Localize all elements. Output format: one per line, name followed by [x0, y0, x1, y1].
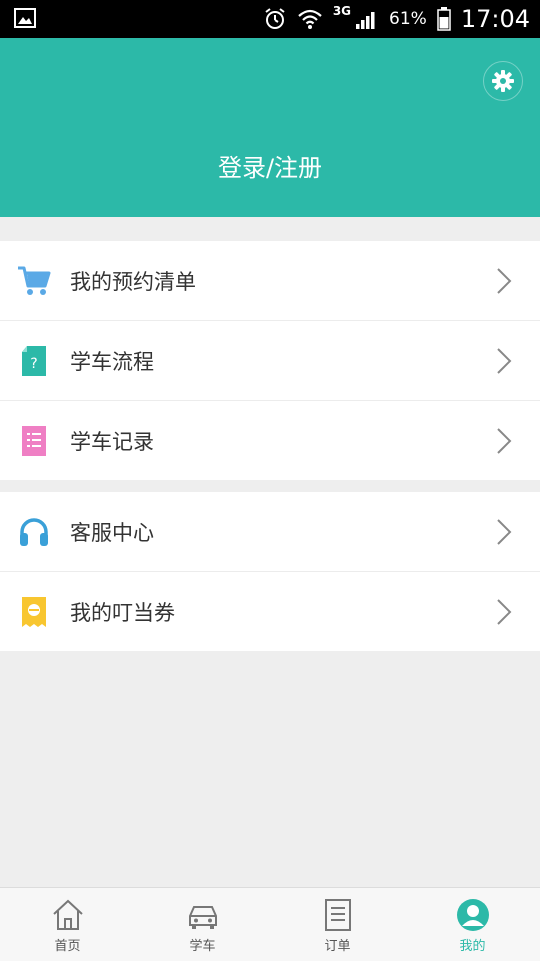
gear-icon [492, 70, 514, 92]
clock: 17:04 [460, 5, 530, 33]
order-icon [324, 899, 351, 931]
chevron-right-icon [497, 347, 512, 374]
profile-icon [456, 899, 489, 931]
document-question-icon: ? [17, 344, 51, 378]
menu-item-label: 学车流程 [70, 349, 154, 374]
chevron-right-icon [497, 267, 512, 294]
tab-orders[interactable]: 订单 [270, 888, 405, 961]
list-record-icon [17, 424, 51, 458]
battery-percent: 61% [389, 9, 427, 29]
status-bar: 3G 61% 17:04 [0, 0, 540, 38]
coupon-icon [17, 595, 51, 629]
alarm-icon [265, 8, 285, 29]
chevron-right-icon [497, 518, 512, 545]
tab-label: 订单 [324, 939, 351, 954]
tab-learn-driving[interactable]: 学车 [135, 888, 270, 961]
menu-item-label: 客服中心 [70, 520, 154, 545]
tab-home[interactable]: 首页 [0, 888, 135, 961]
gallery-icon [14, 8, 36, 28]
tab-label: 首页 [54, 939, 81, 954]
headphones-icon [17, 515, 51, 549]
menu-item-customer-service[interactable]: 客服中心 [0, 492, 540, 572]
menu-item-label: 我的预约清单 [70, 269, 196, 294]
menu-group-2: 客服中心 我的叮当券 [0, 492, 540, 651]
menu-item-label: 我的叮当券 [70, 600, 175, 625]
menu-group-1: 我的预约清单 ? 学车流程 学车记录 [0, 241, 540, 480]
tab-mine[interactable]: 我的 [405, 888, 540, 961]
car-icon [188, 906, 217, 929]
tab-label: 学车 [189, 939, 216, 954]
battery-icon [437, 7, 451, 31]
signal-icon [356, 12, 375, 29]
network-type: 3G [332, 4, 352, 18]
profile-header: 登录/注册 [0, 38, 540, 217]
wifi-icon [298, 9, 322, 29]
cart-icon [17, 264, 51, 298]
menu-item-booking-list[interactable]: 我的预约清单 [0, 241, 540, 321]
menu-item-label: 学车记录 [70, 429, 154, 454]
chevron-right-icon [497, 598, 512, 625]
chevron-right-icon [497, 427, 512, 454]
menu-item-learning-record[interactable]: 学车记录 [0, 401, 540, 480]
home-icon [52, 899, 83, 930]
login-register-link[interactable]: 登录/注册 [0, 148, 540, 183]
menu-item-coupons[interactable]: 我的叮当券 [0, 572, 540, 651]
tab-label: 我的 [459, 939, 486, 954]
svg-text:?: ? [30, 356, 37, 372]
bottom-tab-bar: 首页 学车 订单 我的 [0, 887, 540, 961]
menu-item-learning-process[interactable]: ? 学车流程 [0, 321, 540, 401]
settings-button[interactable] [483, 61, 523, 101]
